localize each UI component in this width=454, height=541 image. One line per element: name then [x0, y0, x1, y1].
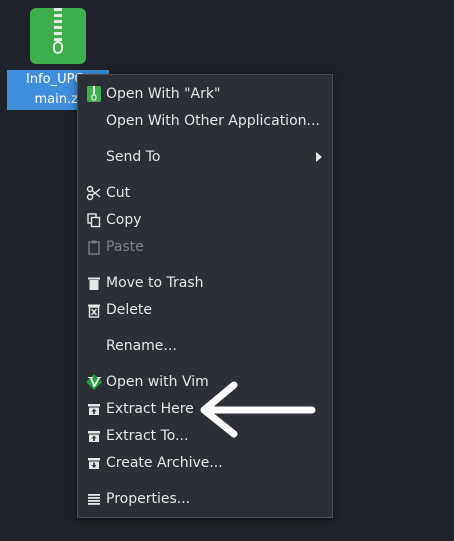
menu-item-copy[interactable]: Copy [78, 207, 332, 233]
menu-item-create-archive[interactable]: Create Archive... [78, 450, 332, 476]
zipper-stripe [54, 8, 62, 42]
menu-item-open-with-other[interactable]: Open With Other Application... [78, 108, 332, 134]
menu-item-rename[interactable]: Rename... [78, 333, 332, 359]
menu-item-label: Send To [106, 149, 161, 165]
menu-item-delete[interactable]: Delete [78, 297, 332, 323]
menu-item-label: Move to Trash [106, 275, 204, 291]
delete-icon [86, 302, 102, 318]
zip-archive-icon[interactable] [30, 8, 86, 64]
menu-item-label: Properties... [106, 491, 191, 507]
menu-item-properties[interactable]: Properties... [78, 486, 332, 512]
menu-item-label: Extract To... [106, 428, 189, 444]
annotation-arrow [200, 381, 316, 438]
context-menu: Open With "Ark" Open With Other Applicat… [77, 74, 333, 518]
extract-icon [86, 428, 102, 444]
copy-icon [86, 212, 102, 228]
ark-icon [86, 86, 102, 102]
zipper-pull [53, 41, 63, 54]
menu-item-label: Delete [106, 302, 152, 318]
menu-item-label: Rename... [106, 338, 177, 354]
clipboard-icon [86, 239, 102, 255]
menu-item-label: Create Archive... [106, 455, 223, 471]
vim-icon [86, 374, 102, 390]
chevron-right-icon [316, 152, 322, 162]
desktop: Info_UPC_ main.zi Open With "Ark" Open W… [0, 0, 454, 541]
menu-item-open-with-ark[interactable]: Open With "Ark" [78, 81, 332, 107]
trash-icon [86, 275, 102, 291]
menu-item-label: Open With Other Application... [106, 113, 320, 129]
menu-item-paste: Paste [78, 234, 332, 260]
extract-icon [86, 401, 102, 417]
menu-item-label: Copy [106, 212, 142, 228]
menu-item-label: Cut [106, 185, 131, 201]
menu-item-label: Paste [106, 239, 144, 255]
properties-icon [86, 491, 102, 507]
menu-item-label: Extract Here [106, 401, 194, 417]
menu-item-label: Open With "Ark" [106, 86, 221, 102]
menu-item-send-to[interactable]: Send To [78, 144, 332, 170]
menu-item-cut[interactable]: Cut [78, 180, 332, 206]
scissors-icon [86, 185, 102, 201]
archive-icon [86, 455, 102, 471]
menu-item-move-to-trash[interactable]: Move to Trash [78, 270, 332, 296]
